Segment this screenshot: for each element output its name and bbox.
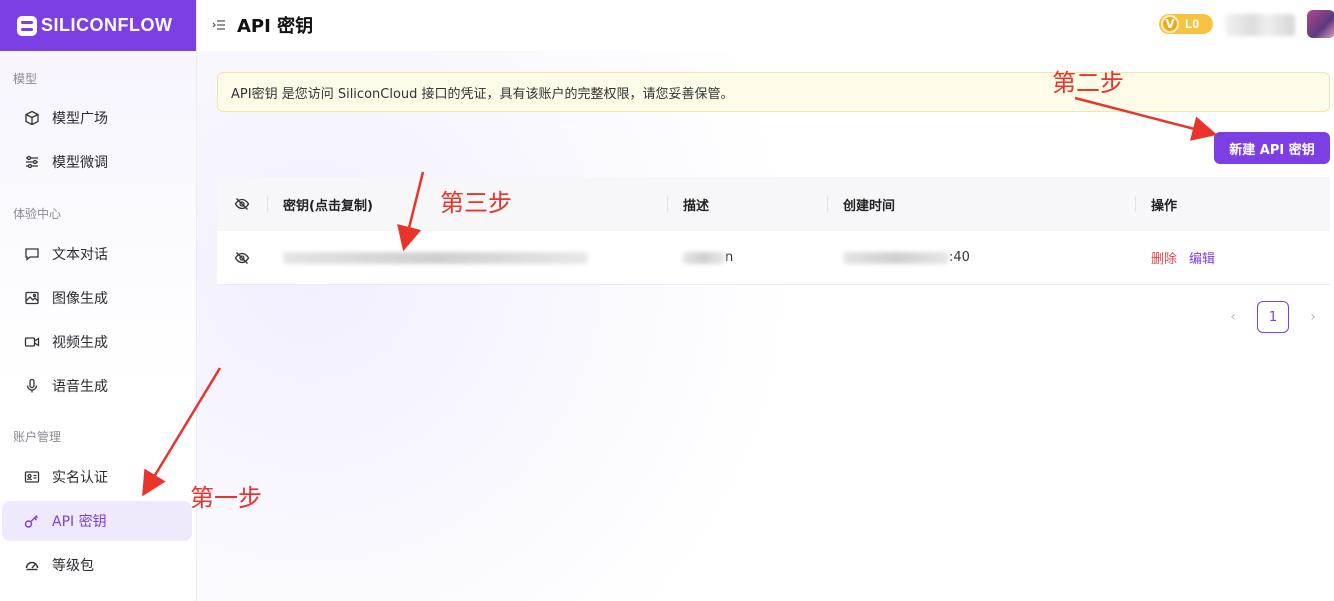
sidebar: SILICONFLOW 模型 模型广场 模型微调 体验中心 文本对话 图像生成 …	[0, 0, 197, 601]
sidebar-item-label: 模型广场	[52, 111, 108, 127]
level-text: L0	[1185, 17, 1200, 31]
time-redacted	[843, 251, 949, 264]
table-header: 密钥(点击复制) 描述 创建时间 操作	[217, 177, 1330, 231]
siliconflow-logo-icon	[17, 15, 37, 36]
annotation-step2: 第二步	[1052, 69, 1124, 97]
sidebar-item-level-package[interactable]: 等级包	[2, 545, 192, 585]
image-icon	[24, 290, 40, 306]
api-key-value[interactable]	[267, 231, 667, 284]
key-created-time: :40	[827, 231, 1135, 284]
sidebar-item-real-name[interactable]: 实名认证	[2, 457, 192, 497]
key-description: n	[667, 231, 827, 284]
top-bar: API 密钥 V L0	[197, 0, 1334, 51]
sidebar-item-label: 等级包	[52, 558, 94, 574]
page-title: API 密钥	[237, 16, 314, 37]
avatar[interactable]	[1307, 10, 1334, 38]
new-api-key-button[interactable]: 新建 API 密钥	[1214, 132, 1330, 164]
eye-off-icon	[234, 251, 250, 264]
page-number[interactable]: 1	[1257, 301, 1289, 333]
collapse-sidebar-icon[interactable]	[212, 17, 226, 31]
logo-text: SILICONFLOW	[41, 15, 173, 35]
description-tail: n	[725, 250, 734, 265]
sidebar-item-model-plaza[interactable]: 模型广场	[2, 98, 192, 138]
row-actions: 删除 编辑	[1135, 231, 1330, 284]
eye-off-icon	[234, 198, 250, 210]
sidebar-item-api-key[interactable]: API 密钥	[2, 501, 192, 541]
sidebar-item-label: 语音生成	[52, 379, 108, 395]
main-content: API密钥 是您访问 SiliconCloud 接口的凭证，具有该账户的完整权限…	[197, 51, 1334, 601]
sidebar-item-label: 模型微调	[52, 155, 108, 171]
cube-icon	[24, 110, 40, 126]
time-tail: :40	[949, 250, 970, 265]
edit-link[interactable]: 编辑	[1189, 248, 1215, 267]
gauge-icon	[24, 557, 40, 573]
prev-page-icon[interactable]: ‹	[1221, 309, 1245, 325]
section-title-experience: 体验中心	[13, 207, 62, 221]
sidebar-item-image-gen[interactable]: 图像生成	[2, 278, 192, 318]
sidebar-item-text-chat[interactable]: 文本对话	[2, 234, 192, 274]
user-name-redacted[interactable]	[1225, 14, 1295, 36]
toggle-visibility-header[interactable]	[217, 177, 267, 231]
sidebar-item-label: API 密钥	[52, 514, 107, 530]
section-title-account: 账户管理	[13, 430, 62, 444]
id-card-icon	[24, 469, 40, 485]
column-header-time: 创建时间	[827, 177, 1135, 231]
column-header-desc: 描述	[667, 177, 827, 231]
sidebar-item-label: 视频生成	[52, 335, 108, 351]
next-page-icon[interactable]: ›	[1301, 309, 1325, 325]
delete-link[interactable]: 删除	[1151, 248, 1177, 267]
annotation-step1: 第一步	[190, 484, 262, 512]
toggle-visibility-cell[interactable]	[217, 231, 267, 284]
notice-banner: API密钥 是您访问 SiliconCloud 接口的凭证，具有该账户的完整权限…	[217, 72, 1330, 112]
sidebar-item-fine-tune[interactable]: 模型微调	[2, 142, 192, 182]
vip-level-icon: V	[1161, 15, 1179, 33]
description-redacted	[683, 251, 725, 264]
table-row: n :40 删除 编辑	[217, 231, 1330, 285]
api-key-table: 密钥(点击复制) 描述 创建时间 操作 n :40 删除 编辑	[217, 177, 1330, 285]
sidebar-item-speech-gen[interactable]: 语音生成	[2, 366, 192, 406]
sidebar-item-label: 实名认证	[52, 470, 108, 486]
sidebar-item-label: 图像生成	[52, 291, 108, 307]
api-key-redacted	[283, 251, 588, 264]
pagination: ‹ 1 ›	[1221, 301, 1325, 333]
section-title-model: 模型	[13, 72, 38, 86]
level-badge[interactable]: V L0	[1159, 14, 1213, 34]
key-icon	[24, 513, 40, 529]
sidebar-item-label: 文本对话	[52, 247, 108, 263]
sidebar-item-video-gen[interactable]: 视频生成	[2, 322, 192, 362]
logo[interactable]: SILICONFLOW	[0, 0, 196, 51]
mic-icon	[24, 378, 40, 394]
video-icon	[24, 334, 40, 350]
annotation-step3: 第三步	[440, 189, 512, 217]
chat-icon	[24, 246, 40, 262]
sliders-icon	[24, 154, 40, 170]
column-header-op: 操作	[1135, 177, 1330, 231]
